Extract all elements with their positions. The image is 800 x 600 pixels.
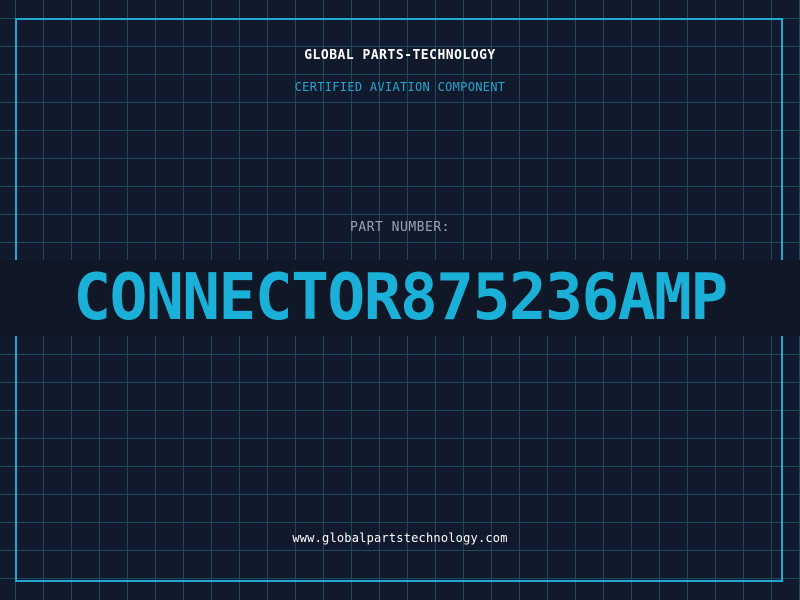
website-url[interactable]: www.globalpartstechnology.com: [0, 531, 800, 545]
part-number-label: PART NUMBER:: [350, 220, 450, 235]
company-name: GLOBAL PARTS-TECHNOLOGY: [304, 48, 496, 63]
certification-subtitle: CERTIFIED AVIATION COMPONENT: [294, 80, 506, 94]
part-number-value: CONNECTOR875236AMP: [73, 262, 728, 334]
